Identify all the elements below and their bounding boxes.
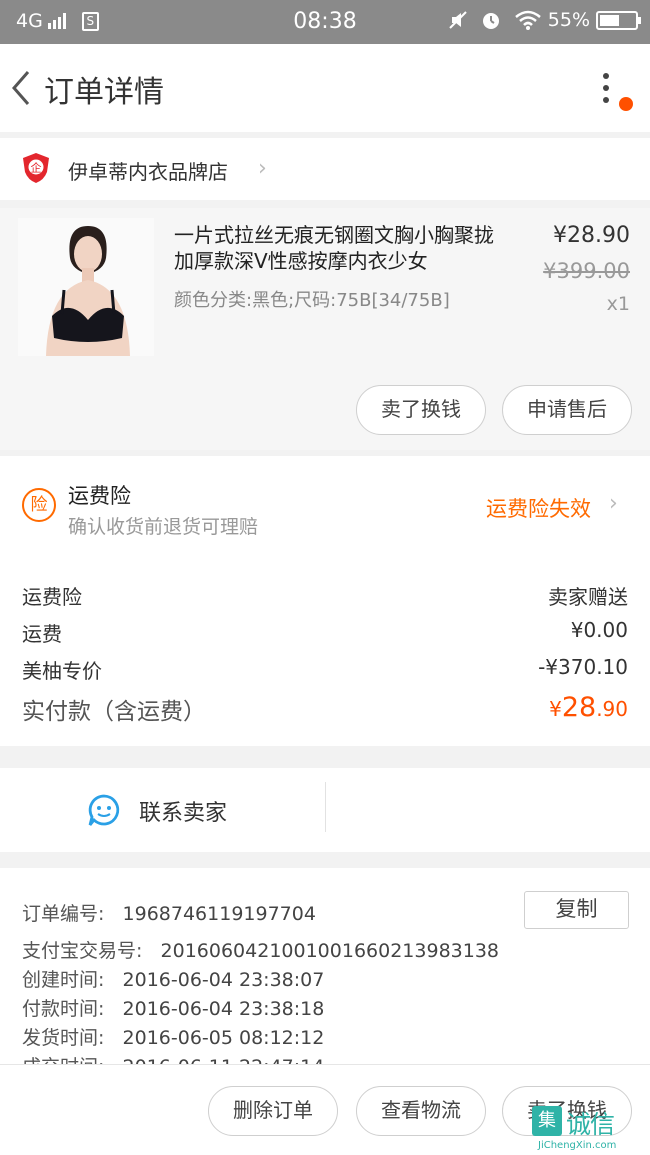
shop-badge-text: 企	[31, 161, 42, 175]
contact-section: 联系卖家	[0, 768, 650, 852]
total-label: 实付款（含运费）	[22, 699, 206, 725]
fee-label-discount: 美柚专价	[22, 659, 102, 683]
total-currency: ¥	[549, 697, 562, 721]
product-image[interactable]	[18, 218, 154, 356]
alipay-tx-value: 2016060421001001660213983138	[160, 940, 500, 962]
chevron-right-icon: ›	[609, 491, 618, 516]
alipay-tx-row: 支付宝交易号: 2016060421001001660213983138	[22, 936, 499, 963]
watermark-sub: JiChengXin.com	[538, 1140, 617, 1151]
chevron-right-icon: ›	[258, 156, 267, 181]
product-original-price: ¥399.00	[543, 259, 630, 283]
fee-value-insurance: 卖家赠送	[548, 585, 628, 609]
deal-time-label: 成交时间:	[22, 1056, 104, 1064]
status-bar: 4G S 08:38 55%	[0, 0, 650, 44]
watermark-text: 诚信	[566, 1110, 615, 1139]
deal-time-row: 成交时间: 2016-06-11 22:47:14	[22, 1052, 324, 1064]
order-number-value: 1968746119197704	[122, 903, 316, 925]
more-vertical-icon[interactable]	[596, 68, 616, 112]
shipped-time-value: 2016-06-05 08:12:12	[122, 1027, 325, 1049]
insurance-icon: 险	[22, 488, 56, 522]
chat-bubble-icon[interactable]	[86, 792, 122, 828]
back-chevron-icon[interactable]	[6, 66, 40, 110]
product-sku: 颜色分类:黑色;尺码:75B[34/75B]	[174, 290, 450, 311]
shipped-time-row: 发货时间: 2016-06-05 08:12:12	[22, 1023, 324, 1050]
nav-bar: 订单详情	[0, 44, 650, 132]
total-decimal: .90	[596, 697, 628, 721]
created-time-row: 创建时间: 2016-06-04 23:38:07	[22, 965, 324, 992]
battery-icon	[596, 10, 641, 30]
insurance-fees-section: 险 运费险 确认收货前退货可理赔 运费险失效 › 运费险 卖家赠送 运费 ¥0.…	[0, 456, 650, 746]
deal-time-value: 2016-06-11 22:47:14	[123, 1056, 325, 1064]
insurance-subtitle: 确认收货前退货可理赔	[68, 516, 259, 538]
order-info-section: 订单编号: 1968746119197704 复制 支付宝交易号: 201606…	[0, 868, 650, 1064]
fee-label-shipping: 运费	[22, 622, 62, 646]
product-title[interactable]: 一片式拉丝无痕无钢圈文胸小胸聚拢加厚款深V性感按摩内衣少女	[174, 222, 510, 274]
status-right: 55%	[448, 9, 641, 31]
copy-button[interactable]: 复制	[524, 891, 629, 929]
wifi-icon	[514, 10, 541, 30]
product-photo-icon	[18, 218, 154, 356]
order-number-row: 订单编号: 1968746119197704	[22, 899, 316, 926]
product-quantity: x1	[606, 293, 630, 315]
view-logistics-button[interactable]: 查看物流	[356, 1086, 486, 1136]
delete-order-button[interactable]: 删除订单	[208, 1086, 338, 1136]
after-sales-button[interactable]: 申请售后	[502, 385, 632, 435]
contact-seller-button[interactable]: 联系卖家	[139, 795, 227, 827]
created-time-label: 创建时间:	[22, 969, 105, 991]
paid-time-row: 付款时间: 2016-06-04 23:38:18	[22, 994, 324, 1021]
sell-for-cash-button[interactable]: 卖了换钱	[356, 385, 486, 435]
product-card: 一片式拉丝无痕无钢圈文胸小胸聚拢加厚款深V性感按摩内衣少女 颜色分类:黑色;尺码…	[0, 208, 650, 450]
created-time-value: 2016-06-04 23:38:07	[122, 969, 325, 991]
shipped-time-label: 发货时间:	[22, 1027, 105, 1049]
notification-dot	[619, 97, 633, 111]
mute-icon	[449, 11, 467, 29]
total-value: ¥28.90	[549, 692, 628, 723]
alipay-tx-label: 支付宝交易号:	[22, 940, 143, 962]
watermark-logo: 集 诚信 JiChengXin.com	[532, 1102, 650, 1155]
divider	[325, 782, 326, 832]
order-number-label: 订单编号:	[22, 903, 105, 925]
product-price: ¥28.90	[553, 223, 630, 248]
insurance-title: 运费险	[68, 484, 131, 508]
fee-label-insurance: 运费险	[22, 585, 82, 609]
total-integer: 28	[561, 692, 597, 723]
alarm-icon	[482, 13, 499, 29]
shop-name[interactable]: 伊卓蒂内衣品牌店	[68, 156, 228, 185]
battery-percent: 55%	[547, 9, 590, 31]
shop-row[interactable]: 企 伊卓蒂内衣品牌店 ›	[0, 138, 650, 200]
page-title: 订单详情	[44, 75, 164, 110]
enterprise-shield-icon: 企	[23, 153, 49, 183]
fee-value-shipping: ¥0.00	[570, 618, 628, 642]
paid-time-label: 付款时间:	[22, 998, 105, 1020]
watermark-box: 集	[532, 1106, 562, 1136]
fee-value-discount: -¥370.10	[538, 655, 628, 679]
paid-time-value: 2016-06-04 23:38:18	[122, 998, 325, 1020]
insurance-status-link[interactable]: 运费险失效	[486, 493, 591, 523]
